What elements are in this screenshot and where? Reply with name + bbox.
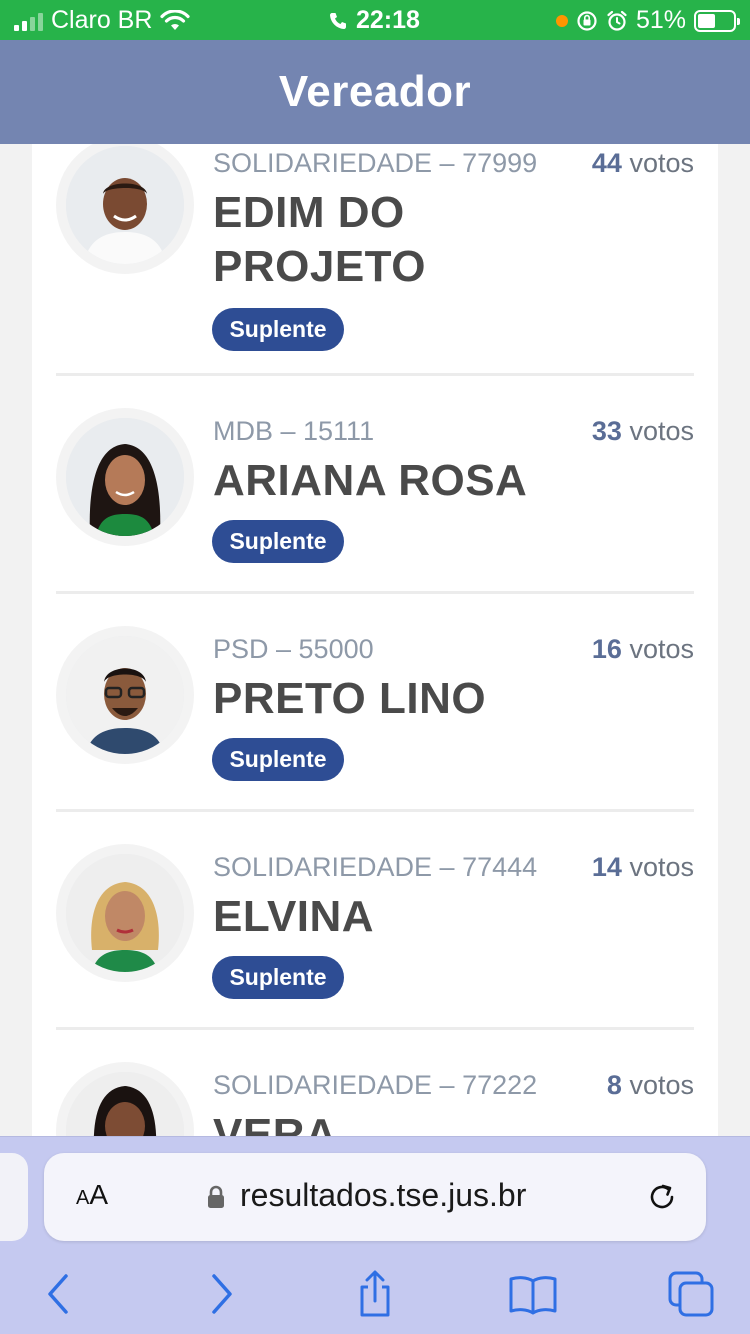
- book-icon: [509, 1276, 557, 1315]
- candidate-party: SOLIDARIEDADE – 77999: [213, 148, 538, 178]
- candidate-votes: 16 votos: [592, 634, 694, 665]
- candidate-votes: 33 votos: [592, 416, 694, 447]
- candidate-photo: [66, 146, 184, 264]
- page-title: Vereador: [278, 67, 472, 116]
- candidate-party: SOLIDARIEDADE – 77222: [213, 1070, 538, 1100]
- previous-tab-preview[interactable]: [0, 1153, 28, 1241]
- candidate-avatar: [56, 844, 194, 982]
- candidate-name: ARIANA ROSA: [213, 456, 528, 505]
- candidates-card: SOLIDARIEDADE – 77999 44 votos EDIM DO P…: [32, 144, 718, 1136]
- vote-label: votos: [629, 852, 694, 882]
- vote-label: votos: [629, 1070, 694, 1100]
- battery-fill: [698, 13, 716, 28]
- status-bar: Claro BR 22:18 51%: [0, 0, 750, 40]
- reload-icon[interactable]: [644, 1179, 680, 1215]
- bookmarks-button[interactable]: [508, 1269, 558, 1319]
- vote-count: 16: [591, 634, 622, 664]
- candidate-avatar: [56, 408, 194, 546]
- candidate-avatar: [56, 144, 194, 274]
- text-size-small-glyph: A: [76, 1187, 90, 1209]
- cellular-signal-icon: [14, 11, 43, 31]
- candidate-name: EDIM DO PROJETO: [213, 188, 426, 291]
- status-center: 22:18: [328, 6, 420, 35]
- candidate-row[interactable]: SOLIDARIEDADE – 77444 14 votos ELVINA Su…: [56, 812, 694, 1030]
- back-button[interactable]: [34, 1269, 84, 1319]
- chevron-right-icon: [212, 1274, 232, 1314]
- vote-count: 8: [606, 1070, 622, 1100]
- vote-count: 14: [591, 852, 622, 882]
- vote-label: votos: [629, 416, 694, 446]
- candidate-votes: 44 votos: [592, 148, 694, 179]
- address-bar[interactable]: AA resultados.tse.jus.br: [44, 1153, 706, 1241]
- text-size-large-glyph: A: [89, 1179, 109, 1210]
- status-right: 51%: [555, 6, 740, 35]
- alarm-icon: [607, 10, 627, 31]
- candidate-avatar: [56, 626, 194, 764]
- vote-count: 33: [591, 416, 622, 446]
- status-badge: Suplente: [212, 738, 344, 781]
- candidate-party: MDB – 15111: [213, 416, 375, 446]
- chevron-left-icon: [48, 1274, 68, 1314]
- battery-icon: [694, 9, 740, 32]
- share-button[interactable]: [350, 1269, 400, 1319]
- candidate-votes: 14 votos: [592, 852, 694, 883]
- status-badge: Suplente: [212, 308, 344, 351]
- candidate-photo: [66, 854, 184, 972]
- clock: 22:18: [356, 6, 420, 34]
- status-badge: Suplente: [212, 520, 344, 563]
- candidate-row[interactable]: SOLIDARIEDADE – 77999 44 votos EDIM DO P…: [56, 144, 694, 376]
- status-badge: Suplente: [212, 956, 344, 999]
- candidate-party: PSD – 55000: [213, 634, 374, 664]
- vote-label: votos: [629, 148, 694, 178]
- forward-button[interactable]: [196, 1269, 246, 1319]
- candidate-row[interactable]: SOLIDARIEDADE – 77222 8 votos VERA: [56, 1030, 694, 1136]
- status-left: Claro BR: [14, 6, 191, 35]
- candidate-name: ELVINA: [213, 892, 375, 941]
- candidate-name: PRETO LINO: [213, 674, 487, 723]
- tabs-icon: [668, 1271, 714, 1317]
- candidate-photo: [66, 418, 184, 536]
- mic-indicator-icon: [555, 14, 568, 27]
- battery-percent: 51%: [635, 6, 686, 34]
- url-text: resultados.tse.jus.br: [240, 1177, 527, 1213]
- page-header: Vereador: [0, 40, 750, 144]
- candidate-votes: 8 votos: [607, 1070, 694, 1101]
- candidate-row[interactable]: PSD – 55000 16 votos PRETO LINO Suplente: [56, 594, 694, 812]
- tabs-button[interactable]: [666, 1269, 716, 1319]
- candidate-party: SOLIDARIEDADE – 77444: [213, 852, 538, 882]
- results-scroll-area[interactable]: SOLIDARIEDADE – 77999 44 votos EDIM DO P…: [0, 144, 750, 1136]
- wifi-icon: [160, 9, 191, 30]
- text-size-button[interactable]: AA: [76, 1179, 108, 1211]
- carrier-name: Claro BR: [51, 6, 153, 34]
- vote-label: votos: [629, 634, 694, 664]
- orientation-lock-icon: [577, 10, 597, 31]
- candidate-photo: [66, 1072, 184, 1136]
- candidate-row[interactable]: MDB – 15111 33 votos ARIANA ROSA Suplent…: [56, 376, 694, 594]
- phone-icon: [330, 12, 346, 29]
- candidate-avatar: [56, 1062, 194, 1136]
- candidate-photo: [66, 636, 184, 754]
- share-icon: [360, 1270, 390, 1317]
- lock-icon: [208, 1185, 224, 1208]
- browser-bar: AA resultados.tse.jus.br: [0, 1136, 750, 1334]
- vote-count: 44: [591, 148, 622, 178]
- candidate-name: VERA: [213, 1110, 338, 1136]
